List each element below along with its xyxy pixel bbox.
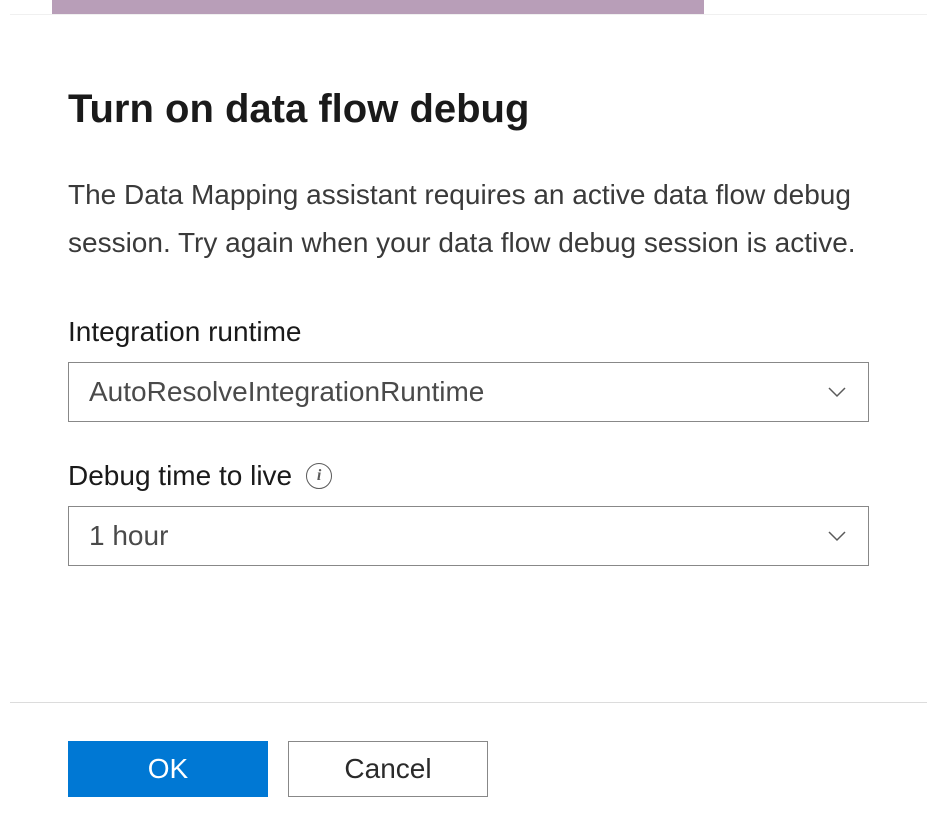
field-label-row: Debug time to live i — [68, 460, 869, 492]
debug-ttl-label: Debug time to live — [68, 460, 292, 492]
dialog-description: The Data Mapping assistant requires an a… — [68, 171, 869, 266]
integration-runtime-field: Integration runtime AutoResolveIntegrati… — [68, 316, 869, 422]
dialog-container: Turn on data flow debug The Data Mapping… — [10, 14, 927, 835]
integration-runtime-select[interactable]: AutoResolveIntegrationRuntime — [68, 362, 869, 422]
integration-runtime-select-wrapper: AutoResolveIntegrationRuntime — [68, 362, 869, 422]
field-label-row: Integration runtime — [68, 316, 869, 348]
dialog-content: Turn on data flow debug The Data Mapping… — [10, 15, 927, 644]
debug-ttl-select[interactable]: 1 hour — [68, 506, 869, 566]
top-accent-bar — [52, 0, 704, 14]
debug-ttl-value: 1 hour — [89, 520, 168, 552]
integration-runtime-label: Integration runtime — [68, 316, 301, 348]
debug-ttl-select-wrapper: 1 hour — [68, 506, 869, 566]
debug-ttl-field: Debug time to live i 1 hour — [68, 460, 869, 566]
dialog-title: Turn on data flow debug — [68, 85, 869, 133]
integration-runtime-value: AutoResolveIntegrationRuntime — [89, 376, 484, 408]
ok-button[interactable]: OK — [68, 741, 268, 797]
cancel-button[interactable]: Cancel — [288, 741, 488, 797]
info-icon[interactable]: i — [306, 463, 332, 489]
dialog-footer: OK Cancel — [10, 702, 927, 835]
